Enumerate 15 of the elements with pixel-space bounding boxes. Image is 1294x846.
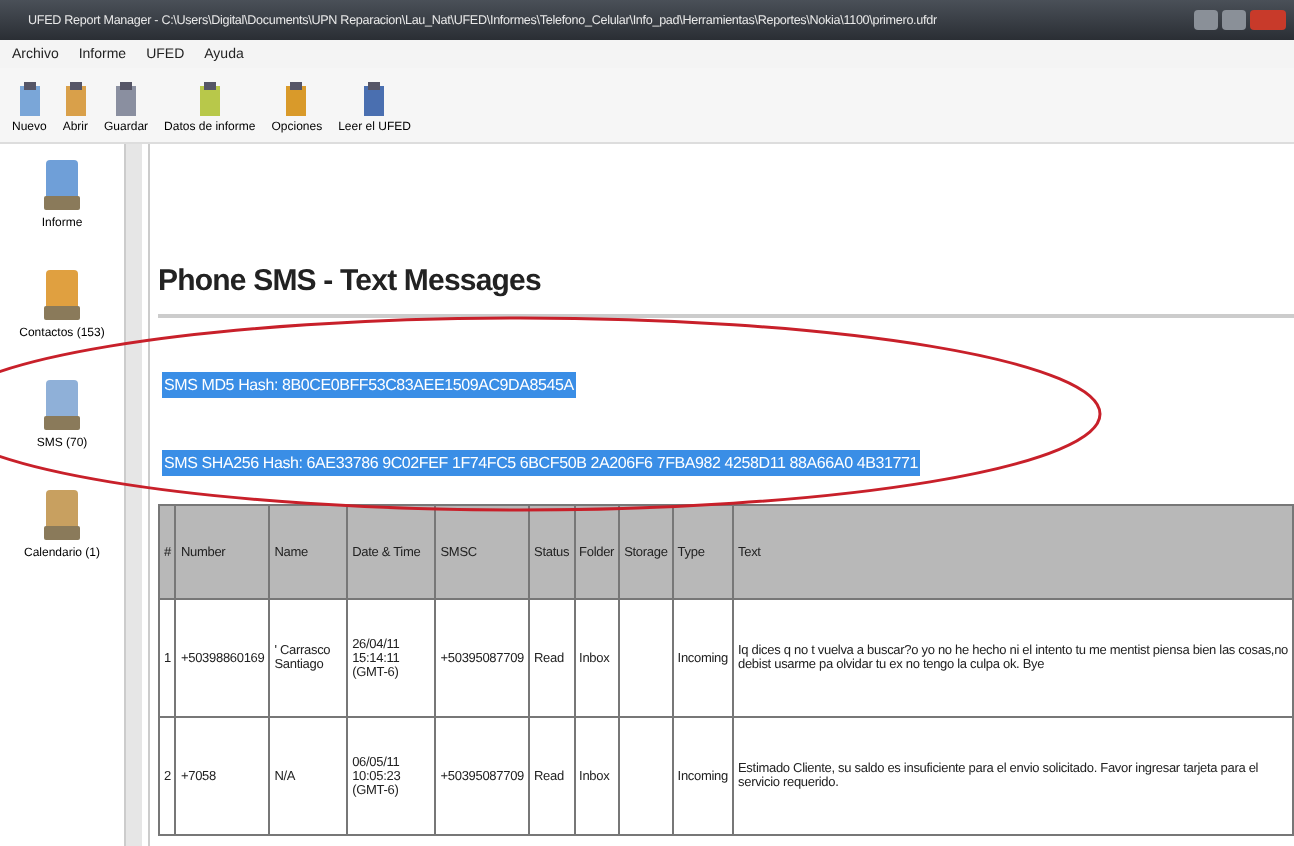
- document-icon: [114, 82, 139, 118]
- minimize-button[interactable]: [1194, 10, 1218, 30]
- scrollbar[interactable]: [124, 144, 142, 846]
- hash-text: SMS MD5 Hash: 8B0CE0BFF53C83AEE1509AC9DA8545A: [162, 372, 576, 398]
- close-button[interactable]: [1250, 10, 1286, 30]
- document-icon: [284, 82, 309, 118]
- table-cell: [619, 717, 673, 835]
- document-icon: [362, 82, 387, 118]
- document-icon: [197, 82, 222, 118]
- maximize-button[interactable]: [1222, 10, 1246, 30]
- table-cell: [619, 599, 673, 717]
- document-icon: [63, 82, 88, 118]
- document-icon: [17, 82, 42, 118]
- page-title: Phone SMS - Text Messages: [158, 264, 1294, 318]
- hash-text: SMS SHA256 Hash: 6AE33786 9C02FEF 1F74FC5 6BCF50B 2A206F6 7FBA982 4258D11 88A66A0 4B31771: [162, 450, 920, 476]
